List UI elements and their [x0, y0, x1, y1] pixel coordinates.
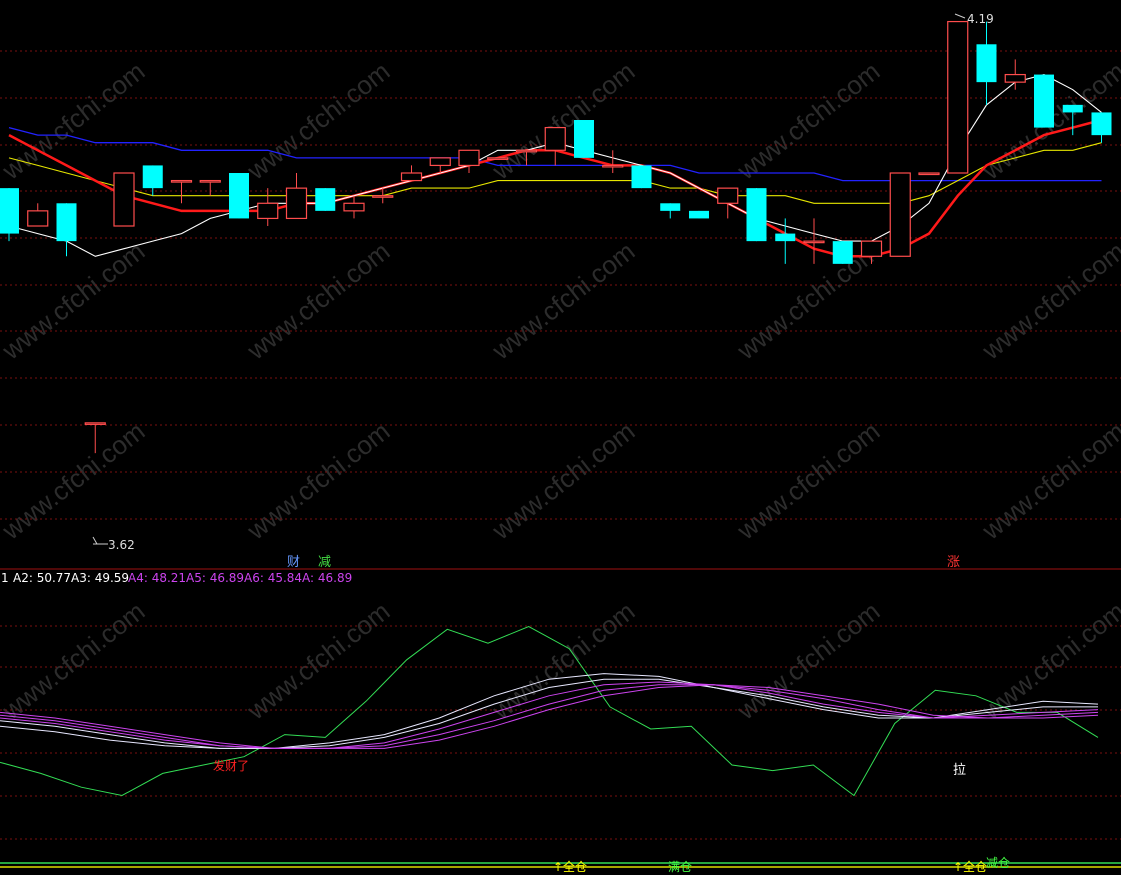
legend-a: A: 46.89 — [302, 571, 352, 585]
legend-a4: A4: 48.21 — [128, 571, 186, 585]
low-price-label: 3.62 — [108, 538, 135, 552]
candle-body — [343, 202, 365, 212]
watermark-text: www.cfchi.com — [241, 56, 396, 186]
indicator-legend: 1 A2: 50.77 A3: 49.59 A4: 48.21 A5: 46.8… — [1, 571, 352, 585]
tag-jiancang: 减仓 — [986, 856, 1010, 870]
tag-mancang: 满仓 — [668, 860, 692, 874]
candle-body — [84, 422, 106, 425]
candle-body — [400, 172, 423, 182]
candle-body — [1004, 73, 1026, 83]
candle-body — [544, 126, 566, 151]
watermark-text: www.cfchi.com — [241, 416, 396, 546]
high-price-label: 4.19 — [967, 12, 994, 26]
tag-quancang-2: ↑全仓 — [953, 859, 987, 874]
candle-body — [976, 44, 997, 83]
candle-body — [170, 179, 193, 183]
candle-body — [458, 149, 480, 167]
candle-body — [803, 240, 825, 244]
candle-body — [1062, 104, 1083, 113]
legend-a5: A5: 46.89 — [186, 571, 244, 585]
candle-body — [746, 188, 767, 242]
candle-body — [515, 149, 538, 153]
chart-canvas: www.cfchi.com www.cfchi.com www.cfchi.com w… — [0, 12, 1121, 874]
candle-body — [285, 187, 308, 220]
candle-body — [660, 203, 681, 211]
candle-body — [56, 203, 77, 242]
candle-body — [487, 157, 509, 160]
bottom-signal-bar: ↑全仓 满仓 ↑全仓 减仓 — [0, 856, 1121, 874]
moving-average-lines — [8, 74, 1102, 258]
watermark-text: www.cfchi.com — [486, 416, 641, 546]
candle-body — [229, 173, 249, 219]
marker-zhang: 涨 — [947, 555, 960, 570]
candle-body — [631, 165, 652, 189]
candle-body — [315, 188, 336, 211]
watermark-text: www.cfchi.com — [0, 416, 150, 546]
watermark-text: www.cfchi.com — [486, 236, 641, 366]
legend-prefix: 1 — [1, 571, 9, 585]
tag-quancang-1: ↑全仓 — [553, 859, 587, 874]
candle-body — [602, 164, 624, 168]
label-facaile: 发财了 — [213, 758, 249, 773]
watermark-text: www.cfchi.com — [241, 596, 396, 726]
label-la: 拉 — [953, 763, 966, 778]
osc-line-a6 — [0, 684, 1099, 749]
candle-body — [775, 233, 796, 242]
watermark-text: www.cfchi.com — [0, 56, 150, 186]
candle-body — [1091, 112, 1112, 136]
candle-body — [372, 195, 394, 198]
watermark-text: www.cfchi.com — [0, 236, 150, 366]
osc-line-a5 — [0, 684, 1099, 749]
candle-body — [860, 240, 883, 257]
candle-body — [199, 179, 221, 183]
legend-a6: A6: 45.84 — [244, 571, 302, 585]
low-annotation: 3.62 — [92, 536, 135, 552]
candle-body — [947, 20, 969, 174]
candle-body — [832, 241, 853, 264]
candle-body — [574, 120, 594, 158]
watermark-text: www.cfchi.com — [731, 56, 886, 186]
marker-cai: 财 — [287, 555, 300, 570]
candle-body — [918, 172, 940, 176]
candle-body — [1034, 74, 1054, 128]
candle-body — [113, 172, 135, 227]
candle-body — [429, 157, 451, 167]
legend-a3: A3: 49.59 — [71, 571, 129, 585]
candle-body — [717, 187, 739, 204]
marker-jian: 减 — [318, 555, 331, 570]
watermark-text: www.cfchi.com — [976, 416, 1121, 546]
candle-body — [889, 172, 911, 257]
watermark-text: www.cfchi.com — [731, 416, 886, 546]
legend-a2: A2: 50.77 — [13, 571, 71, 585]
candle-body — [142, 165, 163, 189]
candle-body — [27, 210, 49, 227]
watermark-text: www.cfchi.com — [0, 596, 150, 726]
watermark-text: www.cfchi.com — [241, 236, 396, 366]
candle-body — [689, 210, 709, 219]
candle-body — [0, 188, 19, 234]
watermark-text: www.cfchi.com — [976, 236, 1121, 366]
candle-body — [257, 202, 279, 220]
